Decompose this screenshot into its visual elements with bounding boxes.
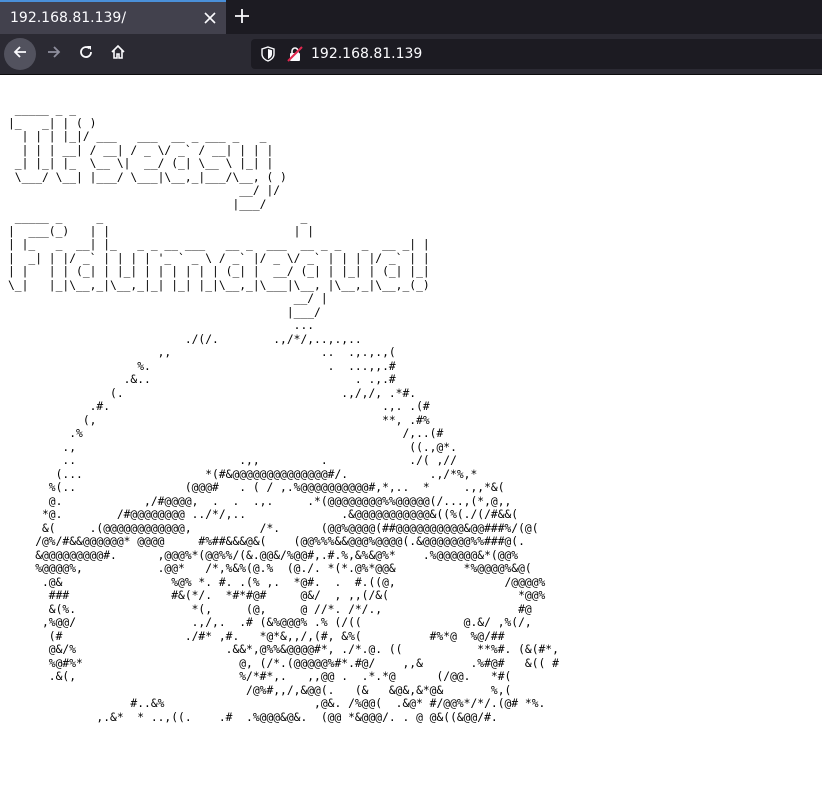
ascii-art: _____ _ _ |_ _| | ( ) | | | |_|/ ___ ___…: [8, 103, 559, 724]
url-bar[interactable]: 192.168.81.139: [251, 39, 822, 69]
page-content: _____ _ _ |_ _| | ( ) | | | |_|/ ___ ___…: [0, 95, 822, 797]
plus-icon[interactable]: [230, 4, 254, 28]
arrow-right-icon: [46, 44, 62, 64]
lock-insecure-icon[interactable]: [287, 46, 303, 62]
home-button[interactable]: [102, 38, 134, 70]
reload-icon: [78, 44, 94, 64]
forward-button[interactable]: [38, 38, 70, 70]
browser-tab[interactable]: 192.168.81.139/: [0, 0, 226, 34]
reload-button[interactable]: [70, 38, 102, 70]
url-text[interactable]: 192.168.81.139: [311, 46, 422, 62]
back-button[interactable]: [4, 38, 36, 70]
close-icon[interactable]: [200, 8, 220, 28]
tab-bar: 192.168.81.139/: [0, 0, 822, 34]
home-icon: [110, 44, 126, 64]
arrow-left-icon: [12, 44, 28, 64]
shield-icon[interactable]: [261, 46, 277, 62]
tab-title: 192.168.81.139/: [10, 10, 127, 26]
navigation-toolbar: 192.168.81.139: [0, 34, 822, 75]
